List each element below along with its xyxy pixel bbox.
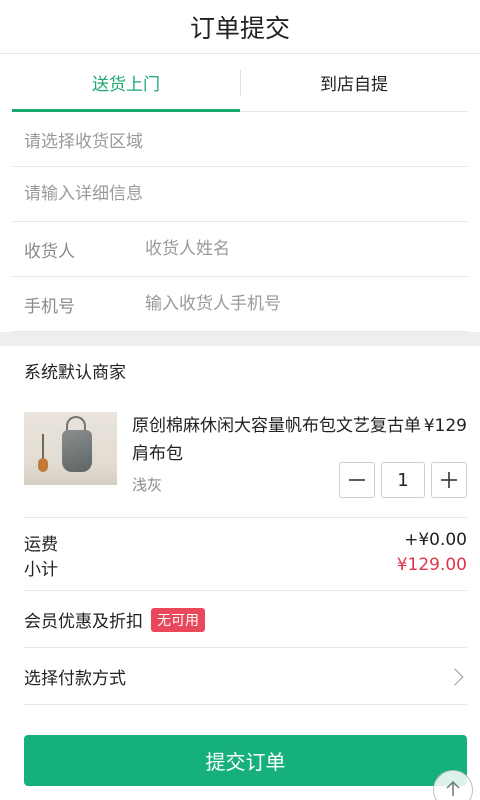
divider [24,647,467,648]
quantity-minus-button[interactable] [339,462,375,498]
tab-store-pickup[interactable]: 到店自提 [240,54,468,111]
tab-home-delivery[interactable]: 送货上门 [12,54,240,112]
receiver-label: 收货人 [24,241,75,262]
region-select[interactable]: 请选择收货区域 [12,112,468,167]
divider [24,704,467,705]
page-title: 订单提交 [189,13,290,43]
address-form: 请选择收货区域 收货人 手机号 [12,112,468,332]
divider [24,517,467,518]
subtotal-value: ¥129.00 [396,555,467,575]
page-header: 订单提交 [0,0,480,54]
divider [24,590,467,591]
tab-home-delivery-label: 送货上门 [92,75,160,95]
shipping-value: +¥0.00 [404,530,467,550]
quantity-value[interactable]: 1 [381,462,425,498]
subtotal-row: 小计 ¥129.00 [24,555,467,580]
phone-row: 手机号 [12,277,468,332]
chevron-right-icon [446,668,464,685]
discount-status-badge: 无可用 [151,607,205,632]
discount-label: 会员优惠及折扣 [24,612,143,632]
payment-label: 选择付款方式 [24,669,126,689]
quantity-stepper: 1 [339,462,467,498]
arrow-up-icon [446,780,460,796]
shipping-row: 运费 +¥0.00 [24,530,467,555]
tab-store-pickup-label: 到店自提 [320,75,388,95]
receiver-row: 收货人 [12,222,468,277]
detail-address-row [12,167,468,222]
quantity-plus-button[interactable] [431,462,467,498]
member-discount-row[interactable]: 会员优惠及折扣 无可用 [24,607,205,632]
product-item: 原创棉麻休闲大容量帆布包文艺复古单肩布包 ¥129 浅灰 1 [24,412,467,502]
phone-input[interactable] [145,294,468,314]
region-placeholder: 请选择收货区域 [24,131,143,152]
section-gap [0,332,480,346]
merchant-name: 系统默认商家 [24,363,126,383]
subtotal-label: 小计 [24,560,58,580]
payment-method-row[interactable]: 选择付款方式 [24,664,467,689]
product-thumbnail[interactable] [24,412,117,485]
phone-label: 手机号 [24,296,75,317]
plus-icon [441,472,457,488]
product-name: 原创棉麻休闲大容量帆布包文艺复古单肩布包 [132,416,421,464]
minus-icon [349,479,365,481]
receiver-name-input[interactable] [145,239,468,259]
delivery-tabs: 送货上门 到店自提 [12,54,468,112]
shipping-label: 运费 [24,535,58,555]
detail-address-input[interactable] [24,184,468,204]
back-to-top-button[interactable] [433,770,473,800]
submit-order-button[interactable]: 提交订单 [24,735,467,786]
product-variant: 浅灰 [132,476,163,494]
product-price: ¥129 [423,416,467,436]
